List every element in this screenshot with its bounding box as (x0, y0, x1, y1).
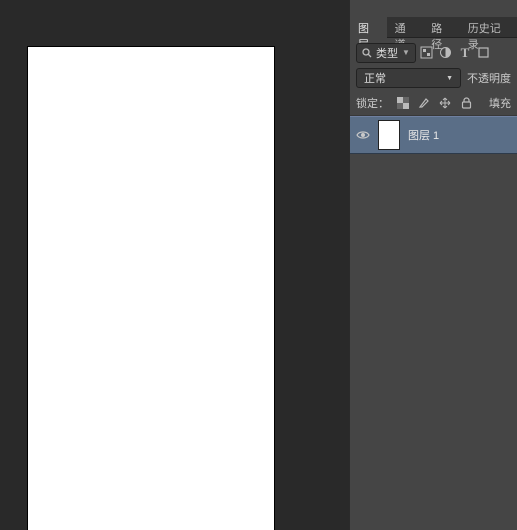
filter-shape-icon[interactable] (476, 44, 492, 62)
panel-tab-bar: 图层 通道 路径 历史记录 (350, 17, 517, 38)
lock-pixels-icon[interactable] (417, 96, 431, 110)
search-icon (362, 48, 372, 58)
layer-list: 图层 1 (350, 116, 517, 530)
filter-text-icon[interactable]: T (457, 44, 473, 62)
eye-icon (356, 130, 370, 140)
tab-channels[interactable]: 通道 (387, 17, 424, 38)
filter-adjustment-icon[interactable] (438, 44, 454, 62)
chevron-down-icon: ▼ (402, 48, 410, 57)
document-workspace (0, 0, 349, 530)
fill-label[interactable]: 填充 (489, 95, 511, 111)
blend-mode-value: 正常 (364, 70, 386, 86)
lock-label: 锁定： (356, 95, 389, 111)
lock-all-icon[interactable] (459, 96, 473, 110)
opacity-label[interactable]: 不透明度 (467, 70, 511, 86)
lock-transparency-icon[interactable] (396, 96, 410, 110)
lock-position-icon[interactable] (438, 96, 452, 110)
layer-row[interactable]: 图层 1 (350, 116, 517, 154)
tab-paths[interactable]: 路径 (423, 17, 460, 38)
layer-filter-row: 类型 ▼ T (350, 38, 517, 65)
blend-mode-row: 正常 ▼ 不透明度 (350, 65, 517, 91)
layer-thumbnail[interactable] (378, 120, 400, 150)
visibility-toggle[interactable] (356, 128, 370, 142)
chevron-down-icon: ▼ (446, 75, 453, 82)
tab-history[interactable]: 历史记录 (460, 17, 517, 38)
layers-panel: 图层 通道 路径 历史记录 类型 ▼ T 正常 ▼ 不透明度 锁定： (349, 0, 517, 530)
layer-name[interactable]: 图层 1 (408, 127, 439, 143)
blend-mode-select[interactable]: 正常 ▼ (356, 68, 461, 88)
canvas[interactable] (28, 47, 274, 530)
filter-kind-picker[interactable]: 类型 ▼ (356, 43, 416, 63)
filter-pixel-icon[interactable] (419, 44, 435, 62)
filter-kind-label: 类型 (376, 45, 398, 61)
lock-row: 锁定： 填充 (350, 91, 517, 116)
tab-layers[interactable]: 图层 (350, 17, 387, 38)
